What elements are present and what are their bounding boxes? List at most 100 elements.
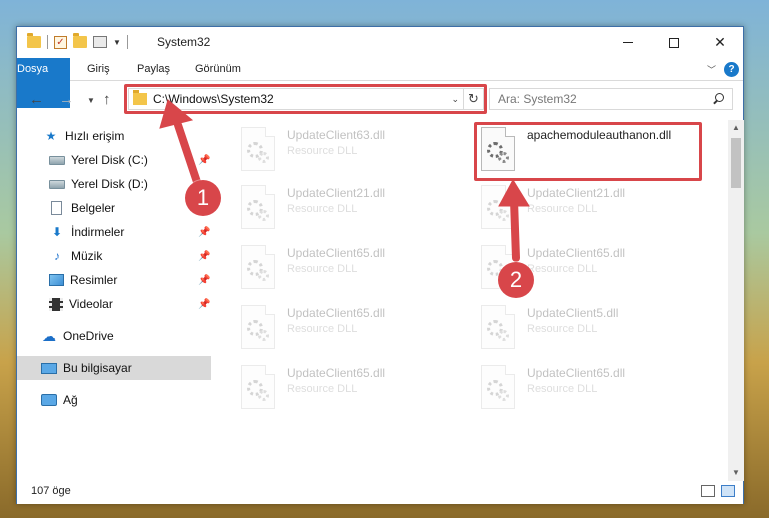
file-name: UpdateClient63.dll xyxy=(287,128,386,142)
file-type: Resource DLL xyxy=(287,383,358,395)
divider xyxy=(47,35,48,49)
target-file-highlight xyxy=(474,122,702,181)
pin-icon[interactable]: 📌 xyxy=(198,155,210,166)
file-item[interactable]: UpdateClient65.dll Resource DLL xyxy=(227,302,457,352)
help-icon[interactable]: ? xyxy=(724,62,739,77)
ribbon-tabs: Dosya Giriş Paylaş Görünüm ﹀ ? xyxy=(17,58,743,108)
checkmark-icon[interactable]: ✓ xyxy=(54,35,67,49)
file-item[interactable]: UpdateClient65.dll Resource DLL xyxy=(227,242,457,292)
file-type: Resource DLL xyxy=(527,383,598,395)
up-arrow-icon[interactable]: ↑ xyxy=(103,91,111,108)
pin-icon[interactable]: 📌 xyxy=(198,299,210,310)
scrollbar-thumb[interactable] xyxy=(731,138,741,188)
drive-icon xyxy=(49,179,65,189)
item-count: 107 öge xyxy=(31,485,71,497)
dll-file-icon xyxy=(241,185,275,229)
navigation-pane: ★ Hızlı erişim Yerel Disk (C:) 📌 Yerel D… xyxy=(17,120,211,480)
explorer-window: ✓ ▼ System32 ✕ Dosya Giriş Paylaş Görünü… xyxy=(16,26,744,504)
sidebar-item-network[interactable]: Ağ xyxy=(17,388,211,412)
file-name: UpdateClient65.dll xyxy=(527,246,626,260)
sidebar-item-label: Belgeler xyxy=(71,201,116,215)
expand-ribbon-icon[interactable]: ﹀ xyxy=(707,63,716,76)
scroll-up-icon[interactable]: ▲ xyxy=(728,120,744,136)
maximize-button[interactable] xyxy=(651,27,697,58)
chevron-down-icon[interactable]: ▼ xyxy=(113,38,121,47)
new-folder-icon[interactable] xyxy=(73,33,87,48)
file-item[interactable]: UpdateClient65.dll Resource DLL xyxy=(467,362,697,412)
close-button[interactable]: ✕ xyxy=(697,27,743,58)
tab-home[interactable]: Giriş xyxy=(87,58,110,81)
file-type: Resource DLL xyxy=(527,323,598,335)
tab-share[interactable]: Paylaş xyxy=(137,58,170,81)
forward-arrow-icon[interactable]: → xyxy=(59,91,74,108)
file-type: Resource DLL xyxy=(527,203,598,215)
file-item[interactable]: UpdateClient21.dll Resource DLL xyxy=(227,182,457,232)
title-bar: ✓ ▼ System32 ✕ xyxy=(17,27,743,58)
sidebar-item-disk-d[interactable]: Yerel Disk (D:) xyxy=(17,172,211,196)
file-name: UpdateClient65.dll xyxy=(287,246,386,260)
file-name: UpdateClient5.dll xyxy=(527,306,619,320)
sidebar-item-label: OneDrive xyxy=(63,329,114,343)
back-arrow-icon[interactable]: ← xyxy=(29,91,44,108)
sidebar-item-label: Yerel Disk (D:) xyxy=(71,177,148,191)
file-name: UpdateClient65.dll xyxy=(527,366,626,380)
video-icon xyxy=(49,297,63,311)
sidebar-item-label: Bu bilgisayar xyxy=(63,361,132,375)
sidebar-item-label: Videolar xyxy=(69,297,113,311)
folder-icon xyxy=(27,33,41,48)
sidebar-item-music[interactable]: ♪ Müzik 📌 xyxy=(17,244,211,268)
file-type: Resource DLL xyxy=(287,323,358,335)
sidebar-item-this-pc[interactable]: Bu bilgisayar xyxy=(17,356,211,380)
pin-icon[interactable]: 📌 xyxy=(198,251,210,262)
tab-view[interactable]: Görünüm xyxy=(195,58,241,81)
search-placeholder[interactable]: Ara: System32 xyxy=(498,92,710,106)
computer-icon xyxy=(41,362,57,374)
file-item[interactable]: UpdateClient63.dll Resource DLL xyxy=(227,124,457,174)
navigation-bar: ← → ▼ ↑ C:\Windows\System32 ⌄ ↻ Ara: Sys… xyxy=(17,82,743,118)
sidebar-item-downloads[interactable]: ⬇ İndirmeler 📌 xyxy=(17,220,211,244)
file-name: UpdateClient21.dll xyxy=(287,186,386,200)
maximize-icon xyxy=(669,37,679,48)
dll-file-icon xyxy=(481,365,515,409)
sidebar-item-label: Müzik xyxy=(71,249,103,263)
vertical-scrollbar[interactable]: ▲ ▼ xyxy=(728,120,744,481)
scroll-down-icon[interactable]: ▼ xyxy=(728,465,744,481)
search-input[interactable]: Ara: System32 xyxy=(489,88,733,110)
close-icon: ✕ xyxy=(714,34,726,50)
status-bar: 107 öge xyxy=(17,481,743,504)
file-item[interactable]: UpdateClient21.dll Resource DLL xyxy=(467,182,697,232)
search-icon[interactable] xyxy=(710,91,726,107)
sidebar-item-label: Resimler xyxy=(70,273,118,287)
properties-icon[interactable] xyxy=(93,36,107,48)
step-2-badge: 2 xyxy=(498,262,534,298)
file-name: UpdateClient65.dll xyxy=(287,306,386,320)
recent-locations-icon[interactable]: ▼ xyxy=(87,96,95,105)
view-toggle xyxy=(701,485,735,497)
sidebar-item-quick-access[interactable]: ★ Hızlı erişim xyxy=(17,124,211,148)
file-name: UpdateClient65.dll xyxy=(287,366,386,380)
file-name: UpdateClient21.dll xyxy=(527,186,626,200)
dll-file-icon xyxy=(481,185,515,229)
pin-icon[interactable]: 📌 xyxy=(198,227,210,238)
file-item[interactable]: UpdateClient65.dll Resource DLL xyxy=(227,362,457,412)
sidebar-item-documents[interactable]: Belgeler 📌 xyxy=(17,196,211,220)
address-highlight xyxy=(124,84,487,114)
large-icons-view-icon[interactable] xyxy=(721,485,735,497)
sidebar-item-videos[interactable]: Videolar 📌 xyxy=(17,292,211,316)
file-type: Resource DLL xyxy=(287,263,358,275)
file-type: Resource DLL xyxy=(287,145,358,157)
sidebar-item-disk-c[interactable]: Yerel Disk (C:) 📌 xyxy=(17,148,211,172)
cloud-icon: ☁ xyxy=(42,328,56,344)
minimize-button[interactable] xyxy=(605,27,651,58)
sidebar-item-onedrive[interactable]: ☁ OneDrive xyxy=(17,324,211,348)
details-view-icon[interactable] xyxy=(701,485,715,497)
file-item[interactable]: UpdateClient5.dll Resource DLL xyxy=(467,302,697,352)
sidebar-item-pictures[interactable]: Resimler 📌 xyxy=(17,268,211,292)
minimize-icon xyxy=(623,42,633,43)
pin-icon[interactable]: 📌 xyxy=(198,275,210,286)
sidebar-item-label: Ağ xyxy=(63,393,78,407)
sidebar-item-label: İndirmeler xyxy=(71,225,125,239)
document-icon xyxy=(51,201,62,215)
download-icon: ⬇ xyxy=(51,225,63,239)
dll-file-icon xyxy=(481,305,515,349)
